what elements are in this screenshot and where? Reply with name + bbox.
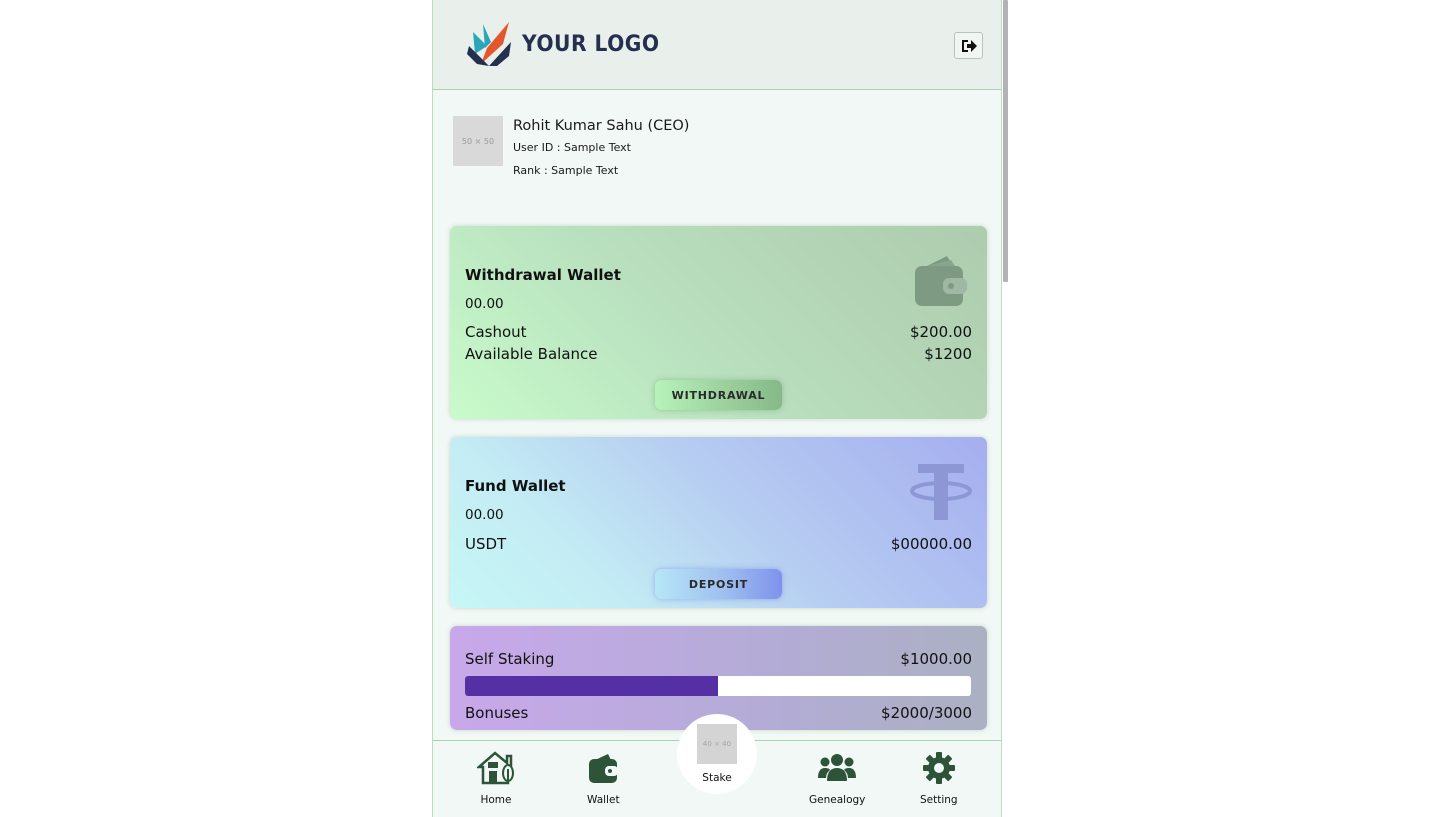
available-balance-value: $1200 [924, 345, 972, 363]
logout-button[interactable] [954, 32, 983, 59]
cashout-label: Cashout [465, 323, 527, 341]
home-icon [477, 751, 514, 785]
fund-wallet-title: Fund Wallet [465, 477, 566, 495]
nav-wallet-label: Wallet [587, 794, 620, 806]
bonuses-label: Bonuses [465, 704, 529, 722]
self-staking-row: Self Staking $1000.00 [465, 650, 972, 668]
user-id: User ID : Sample Text [513, 141, 631, 154]
bonuses-value: $2000/3000 [881, 704, 972, 722]
wallet-icon [589, 754, 619, 783]
logo-mark-icon [467, 22, 511, 66]
nav-stake[interactable]: 40 × 40 Stake [677, 714, 757, 794]
scrollbar[interactable] [1003, 0, 1008, 282]
usdt-label: USDT [465, 535, 507, 553]
fund-wallet-card: Fund Wallet 00.00 USDT $00000.00 DEPOSIT [450, 437, 987, 608]
usdt-row: USDT $00000.00 [465, 535, 972, 553]
available-balance-label: Available Balance [465, 345, 598, 363]
logo[interactable]: YOUR LOGO [465, 20, 672, 68]
nav-home[interactable]: Home [477, 751, 515, 806]
staking-progress-bar [465, 676, 971, 696]
user-rank: Rank : Sample Text [513, 164, 619, 177]
available-balance-row: Available Balance $1200 [465, 345, 972, 363]
cashout-value: $200.00 [909, 323, 972, 341]
withdrawal-button[interactable]: WITHDRAWAL [655, 380, 782, 410]
cashout-row: Cashout $200.00 [465, 323, 972, 341]
user-name: Rohit Kumar Sahu (CEO) [513, 118, 690, 134]
gear-icon [922, 752, 955, 784]
top-header: YOUR LOGO [433, 0, 1001, 90]
stake-image-placeholder: 40 × 40 [697, 724, 737, 764]
users-icon [818, 754, 857, 781]
withdrawal-wallet-value: 00.00 [465, 296, 504, 312]
bottom-navigation: Home Wallet 40 × 40 Stake Genealogy Sett… [433, 714, 1001, 817]
nav-stake-label: Stake [702, 772, 732, 784]
usdt-value: $00000.00 [890, 535, 972, 553]
withdrawal-wallet-card: Withdrawal Wallet 00.00 Cashout $200.00 … [450, 226, 987, 419]
fund-wallet-value: 00.00 [465, 507, 504, 523]
staking-progress-fill [465, 676, 718, 696]
self-staking-amount: $1000.00 [900, 650, 972, 668]
avatar: 50 × 50 [453, 116, 503, 166]
logo-text: YOUR LOGO [522, 31, 660, 57]
app-frame: YOUR LOGO 50 × 50 Rohit Kumar Sahu (CEO)… [432, 0, 1002, 817]
nav-genealogy-label: Genealogy [809, 794, 866, 806]
nav-setting-label: Setting [920, 794, 958, 806]
nav-home-label: Home [480, 794, 512, 806]
sign-out-icon [961, 39, 977, 52]
wallet-icon [915, 256, 967, 306]
nav-setting[interactable]: Setting [920, 751, 958, 806]
self-staking-label: Self Staking [465, 650, 555, 668]
nav-wallet[interactable]: Wallet [587, 751, 620, 806]
withdrawal-wallet-title: Withdrawal Wallet [465, 266, 621, 284]
tether-icon [910, 464, 972, 520]
nav-genealogy[interactable]: Genealogy [809, 751, 865, 806]
user-profile: 50 × 50 Rohit Kumar Sahu (CEO) User ID :… [453, 116, 689, 177]
deposit-button[interactable]: DEPOSIT [655, 569, 782, 599]
